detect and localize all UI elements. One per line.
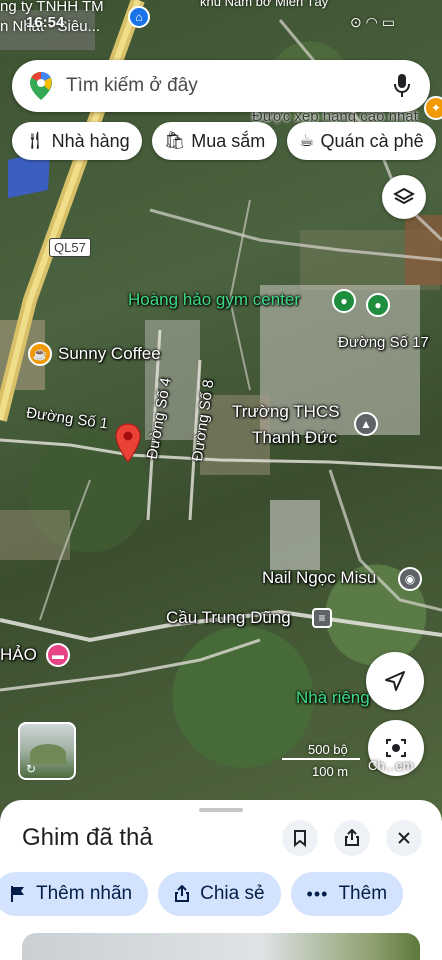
close-icon — [398, 832, 410, 844]
chip-label: Quán cà phê — [320, 130, 424, 151]
map-label-gym[interactable]: Hoàng hảo gym center — [128, 290, 300, 310]
chip-label: Nhà hàng — [51, 130, 130, 151]
add-label-button[interactable]: Thêm nhãn — [0, 872, 149, 916]
dropped-pin-icon[interactable] — [114, 422, 142, 464]
school-poi-icon[interactable]: ▲ — [354, 412, 378, 436]
gym-poi-icon[interactable]: ● — [332, 289, 356, 313]
layers-button[interactable] — [382, 175, 426, 219]
coffee-poi-icon[interactable]: ☕ — [28, 342, 52, 366]
flag-icon — [11, 886, 24, 902]
shopping-bag-icon: 🛍︎ — [163, 131, 186, 150]
close-button[interactable] — [386, 820, 422, 856]
share-text: Chia sẻ — [200, 883, 265, 904]
fork-knife-icon: 🍴︎ — [24, 131, 46, 150]
nail-poi-icon[interactable]: ◉ — [398, 567, 422, 591]
gym-poi-icon-2[interactable]: ● — [366, 293, 390, 317]
share-button[interactable]: Chia sẻ — [158, 872, 281, 916]
save-button[interactable] — [282, 820, 318, 856]
location-icon: ⌂ — [128, 6, 150, 28]
map-label-private-home[interactable]: Nhà riêng — [296, 688, 370, 708]
bottom-sheet[interactable]: Ghim đã thả Thêm nhãn Chia sẻ ••• Thêm — [0, 800, 442, 960]
search-bar[interactable]: Tìm kiếm ở đây — [12, 60, 430, 112]
microphone-icon[interactable] — [392, 73, 412, 99]
chip-coffee[interactable]: ☕︎ Quán cà phê — [287, 122, 436, 160]
highway-shield: QL57 — [49, 238, 91, 257]
more-button[interactable]: ••• Thêm — [290, 872, 404, 916]
restaurant-poi-icon[interactable]: ✦ — [424, 96, 442, 120]
add-label-text: Thêm nhãn — [36, 883, 133, 904]
map-scale: 500 bộ 100 m — [282, 742, 362, 782]
search-input[interactable]: Tìm kiếm ở đây — [66, 75, 392, 97]
sheet-drag-handle[interactable] — [199, 808, 243, 812]
my-location-button[interactable] — [366, 652, 424, 710]
status-icons: ⊙ ◠ ▭ — [350, 14, 395, 30]
map-label-nail[interactable]: Nail Ngọc Misu — [262, 568, 376, 588]
status-bar: ng ty TNHH TM n Nhất - Siêu... 16:54 ⌂ k… — [0, 0, 442, 40]
rotate-icon: ↻ — [26, 762, 37, 776]
more-dots-icon: ••• — [306, 883, 329, 904]
lens-label: Ch...em — [368, 758, 414, 773]
map-label-hotel[interactable]: HẢO — [0, 645, 37, 665]
bridge-poi-icon: ≡ — [312, 608, 332, 628]
status-line1: ng ty TNHH TM — [0, 0, 104, 15]
hotel-poi-icon[interactable]: ▬ — [46, 643, 70, 667]
map-label-school-line1[interactable]: Trường THCS — [232, 402, 340, 422]
coffee-cup-icon: ☕︎ — [299, 131, 315, 150]
map-label-school-line2[interactable]: Thanh Đức — [252, 428, 337, 448]
place-title: Ghim đã thả — [22, 824, 153, 851]
more-text: Thêm — [338, 883, 388, 904]
status-top-right: khu Nam bơ Miến Tây — [200, 0, 329, 9]
share-icon — [345, 829, 359, 846]
scale-meters: 100 m — [312, 764, 349, 779]
place-photo[interactable] — [22, 933, 420, 960]
category-chips: 🍴︎ Nhà hàng 🛍︎ Mua sắm ☕︎ Quán cà phê — [12, 122, 436, 160]
status-time: 16:54 — [26, 14, 65, 31]
action-buttons: Thêm nhãn Chia sẻ ••• Thêm — [0, 872, 404, 916]
chip-shopping[interactable]: 🛍︎ Mua sắm — [151, 122, 278, 160]
navigation-arrow-icon — [385, 671, 405, 691]
map-label-bridge: Cầu Trung Dũng — [166, 608, 291, 627]
chip-label: Mua sắm — [191, 130, 266, 151]
layers-thumbnail[interactable]: ↻ — [18, 722, 76, 780]
scale-feet: 500 bộ — [308, 742, 348, 757]
share-top-button[interactable] — [334, 820, 370, 856]
maps-logo-icon — [30, 72, 52, 100]
bookmark-icon — [294, 830, 306, 847]
chip-restaurants[interactable]: 🍴︎ Nhà hàng — [12, 122, 142, 160]
camera-lens-icon — [386, 739, 406, 757]
layers-icon — [393, 187, 415, 205]
share-icon — [175, 885, 190, 902]
map-label-sunny-coffee[interactable]: Sunny Coffee — [58, 344, 161, 364]
map-label-road17: Đường Số 17 — [338, 334, 429, 351]
